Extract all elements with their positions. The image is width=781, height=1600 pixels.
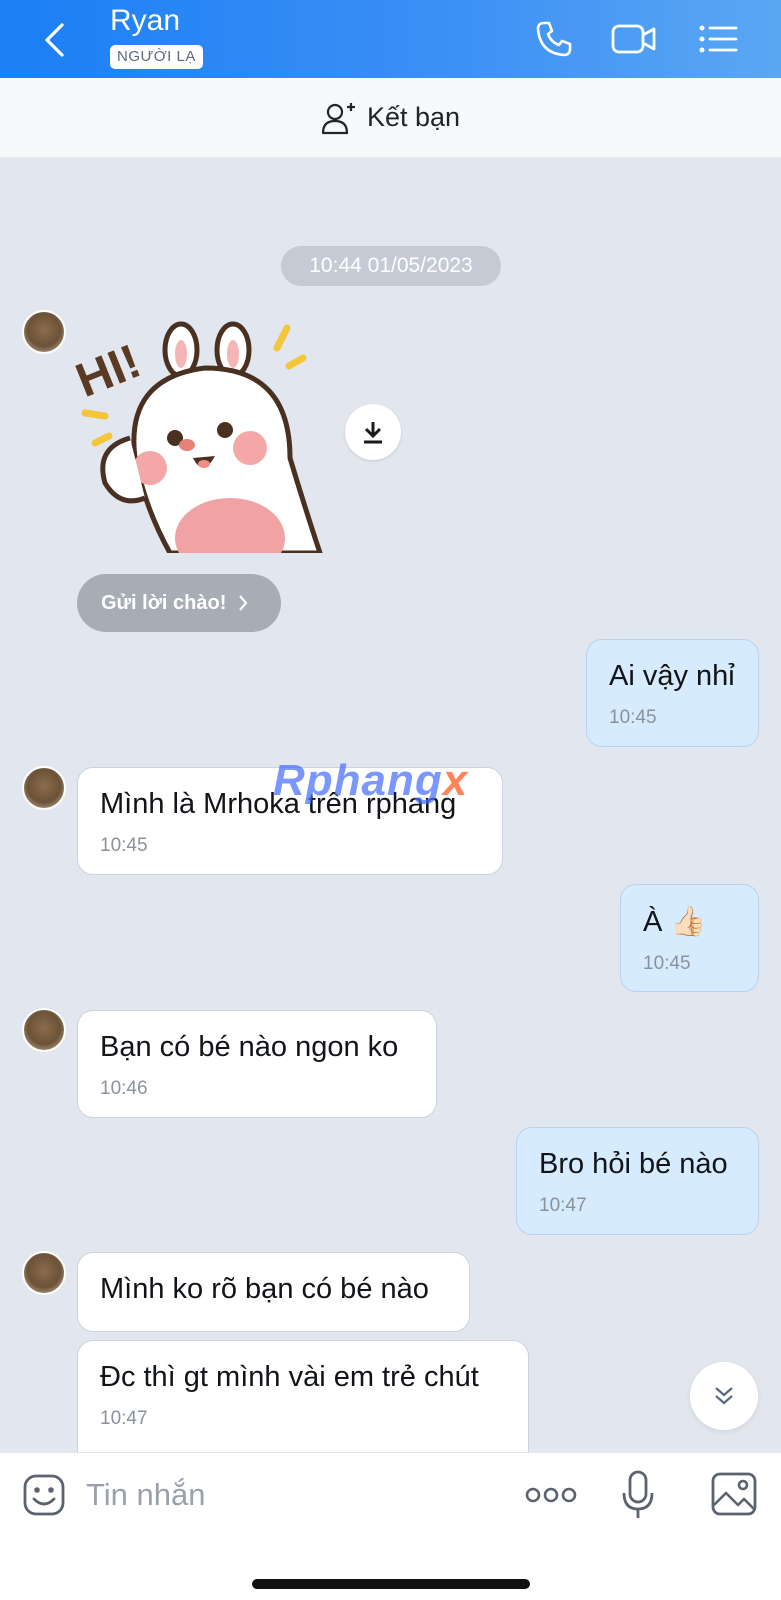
message-bubble-outgoing[interactable]: Bro hỏi bé nào 10:47 bbox=[516, 1127, 759, 1235]
date-separator: 10:44 01/05/2023 bbox=[281, 246, 501, 286]
message-bubble-incoming[interactable]: Mình ko rõ bạn có bé nào bbox=[77, 1252, 470, 1332]
avatar[interactable] bbox=[22, 310, 66, 354]
message-input-bar bbox=[0, 1452, 781, 1600]
stranger-badge: NGƯỜI LẠ bbox=[110, 45, 203, 69]
message-time: 10:45 bbox=[100, 835, 148, 856]
scroll-to-bottom-button[interactable] bbox=[690, 1362, 758, 1430]
message-text: Bạn có bé nào ngon ko bbox=[100, 1031, 399, 1063]
microphone-icon[interactable] bbox=[620, 1469, 656, 1521]
message-bubble-incoming[interactable]: Đc thì gt mình vài em trẻ chút 10:47 bbox=[77, 1340, 529, 1452]
video-call-icon bbox=[611, 24, 656, 54]
message-bubble-incoming[interactable]: Bạn có bé nào ngon ko 10:46 bbox=[77, 1010, 437, 1118]
more-icon[interactable] bbox=[525, 1477, 577, 1513]
home-indicator bbox=[252, 1579, 530, 1589]
hi-bunny-sticker[interactable]: HI! bbox=[75, 308, 335, 553]
video-call-button[interactable] bbox=[610, 16, 658, 62]
watermark-main: Rphang bbox=[273, 756, 443, 805]
menu-button[interactable] bbox=[694, 16, 742, 62]
sticker-text: HI! bbox=[75, 335, 148, 408]
watermark: Rphangx bbox=[273, 756, 468, 806]
message-time: 10:46 bbox=[100, 1078, 148, 1099]
back-button[interactable] bbox=[36, 18, 72, 62]
message-text: Bro hỏi bé nào bbox=[539, 1148, 728, 1180]
send-greeting-button[interactable]: Gửi lời chào! bbox=[77, 574, 281, 632]
message-time: 10:45 bbox=[609, 707, 657, 728]
chat-area[interactable]: 10:44 01/05/2023 HI! Gửi lời chào! Ai vậ… bbox=[0, 158, 781, 1452]
message-bubble-outgoing[interactable]: Ai vậy nhỉ 10:45 bbox=[586, 639, 759, 747]
add-friend-bar[interactable]: Kết bạn bbox=[0, 78, 781, 158]
phone-icon bbox=[536, 21, 572, 57]
avatar[interactable] bbox=[22, 1008, 66, 1052]
add-user-icon bbox=[321, 102, 355, 134]
add-friend-label: Kết bạn bbox=[366, 102, 461, 132]
back-icon bbox=[45, 23, 64, 57]
avatar[interactable] bbox=[22, 1251, 66, 1295]
greeting-label: Gửi lời chào! bbox=[101, 591, 227, 614]
message-text: Ai vậy nhỉ bbox=[609, 660, 735, 692]
message-text: Đc thì gt mình vài em trẻ chút bbox=[100, 1361, 479, 1393]
chevron-right-icon bbox=[239, 595, 248, 611]
message-time: 10:47 bbox=[100, 1408, 148, 1429]
message-time: 10:45 bbox=[643, 953, 691, 974]
double-chevron-down-icon bbox=[715, 1387, 733, 1405]
avatar[interactable] bbox=[22, 766, 66, 810]
message-bubble-outgoing[interactable]: À 👍🏻 10:45 bbox=[620, 884, 759, 992]
menu-list-icon bbox=[699, 25, 738, 53]
message-time: 10:47 bbox=[539, 1195, 587, 1216]
image-icon[interactable] bbox=[710, 1471, 758, 1517]
watermark-suffix: x bbox=[442, 756, 469, 805]
emoji-icon[interactable] bbox=[22, 1473, 66, 1517]
contact-name[interactable]: Ryan bbox=[110, 4, 180, 38]
message-text: Mình ko rõ bạn có bé nào bbox=[100, 1273, 429, 1305]
chat-header: Ryan NGƯỜI LẠ bbox=[0, 0, 781, 78]
download-button[interactable] bbox=[345, 404, 401, 460]
download-icon bbox=[364, 422, 382, 444]
message-input[interactable] bbox=[86, 1471, 486, 1519]
message-text: À 👍🏻 bbox=[643, 906, 707, 938]
call-button[interactable] bbox=[530, 16, 578, 62]
